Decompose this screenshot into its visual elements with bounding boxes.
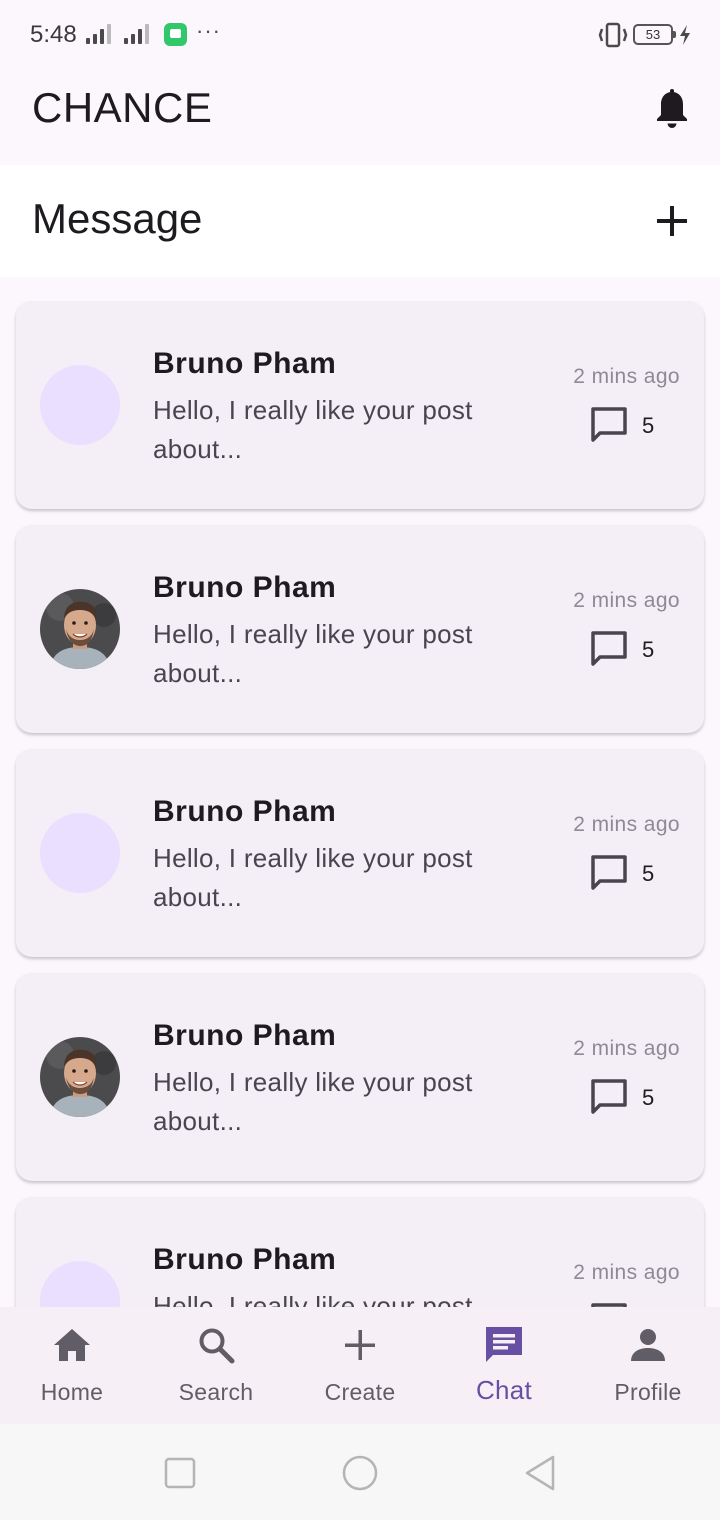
signal-icon-2 — [124, 24, 154, 44]
message-count: 5 — [642, 413, 655, 438]
home-icon — [54, 1329, 90, 1361]
nav-label: Profile — [614, 1379, 682, 1405]
system-navigation — [0, 1424, 720, 1520]
message-time: 2 mins ago — [573, 365, 680, 388]
nav-label: Search — [178, 1379, 254, 1405]
back-button[interactable] — [520, 1454, 560, 1492]
avatar — [40, 813, 120, 893]
message-list: Bruno Pham Hello, I really like your pos… — [0, 301, 720, 1307]
sender-name: Bruno Pham — [153, 347, 337, 380]
message-preview: Hello, I really like your post about... — [153, 843, 473, 912]
status-time: 5:48 — [30, 21, 77, 48]
avatar — [40, 1261, 120, 1307]
bell-icon[interactable] — [654, 88, 690, 130]
message-card[interactable]: Bruno Pham Hello, I really like your pos… — [16, 973, 704, 1181]
plus-icon — [345, 1330, 375, 1360]
app-title: CHANCE — [32, 84, 213, 131]
message-preview: Hello, I really like your post about... — [153, 1291, 473, 1307]
status-bar: 5:48 ··· 53 — [0, 0, 720, 70]
comment-icon — [591, 1079, 627, 1114]
message-count: 5 — [642, 861, 655, 886]
signal-icon — [86, 24, 116, 44]
home-button[interactable] — [340, 1454, 380, 1492]
sender-name: Bruno Pham — [153, 1019, 337, 1052]
charging-icon — [680, 25, 690, 45]
nav-label: Chat — [475, 1375, 533, 1405]
avatar — [40, 1037, 120, 1117]
message-time: 2 mins ago — [573, 589, 680, 612]
recents-button[interactable] — [160, 1454, 200, 1492]
nav-search[interactable]: Search — [144, 1307, 288, 1424]
message-preview: Hello, I really like your post about... — [153, 619, 473, 688]
message-count: 5 — [642, 637, 655, 662]
nav-home[interactable]: Home — [0, 1307, 144, 1424]
nav-chat[interactable]: Chat — [432, 1307, 576, 1424]
chat-icon — [486, 1327, 522, 1362]
message-time: 2 mins ago — [573, 813, 680, 836]
search-icon — [199, 1328, 235, 1364]
message-preview: Hello, I really like your post about... — [153, 395, 473, 464]
nav-label: Home — [40, 1379, 104, 1405]
message-time: 2 mins ago — [573, 1261, 680, 1284]
avatar — [40, 365, 120, 445]
sender-name: Bruno Pham — [153, 1243, 337, 1276]
message-header: Message — [0, 165, 720, 277]
sender-name: Bruno Pham — [153, 795, 337, 828]
message-card[interactable]: Bruno Pham Hello, I really like your pos… — [16, 1197, 704, 1307]
comment-icon — [591, 631, 627, 666]
message-time: 2 mins ago — [573, 1037, 680, 1060]
message-card[interactable]: Bruno Pham Hello, I really like your pos… — [16, 525, 704, 733]
battery-icon: 53 — [633, 24, 676, 45]
comment-icon — [591, 407, 627, 442]
message-card[interactable]: Bruno Pham Hello, I really like your pos… — [16, 749, 704, 957]
vibrate-icon — [598, 22, 628, 48]
page-title: Message — [32, 195, 203, 242]
sender-name: Bruno Pham — [153, 571, 337, 604]
nav-profile[interactable]: Profile — [576, 1307, 720, 1424]
message-card[interactable]: Bruno Pham Hello, I really like your pos… — [16, 301, 704, 509]
message-count: 5 — [642, 1085, 655, 1110]
add-message-button[interactable] — [652, 201, 692, 241]
message-app-icon — [164, 23, 187, 46]
more-notifications-icon: ··· — [196, 18, 221, 43]
nav-create[interactable]: Create — [288, 1307, 432, 1424]
screen: 5:48 ··· 53 CHANCE Message Bruno Pham He… — [0, 0, 720, 1520]
person-icon — [631, 1329, 665, 1361]
bottom-navigation: Home Search Create Chat Profile — [0, 1307, 720, 1424]
nav-label: Create — [324, 1379, 396, 1405]
comment-icon — [591, 855, 627, 890]
avatar — [40, 589, 120, 669]
message-preview: Hello, I really like your post about... — [153, 1067, 473, 1136]
